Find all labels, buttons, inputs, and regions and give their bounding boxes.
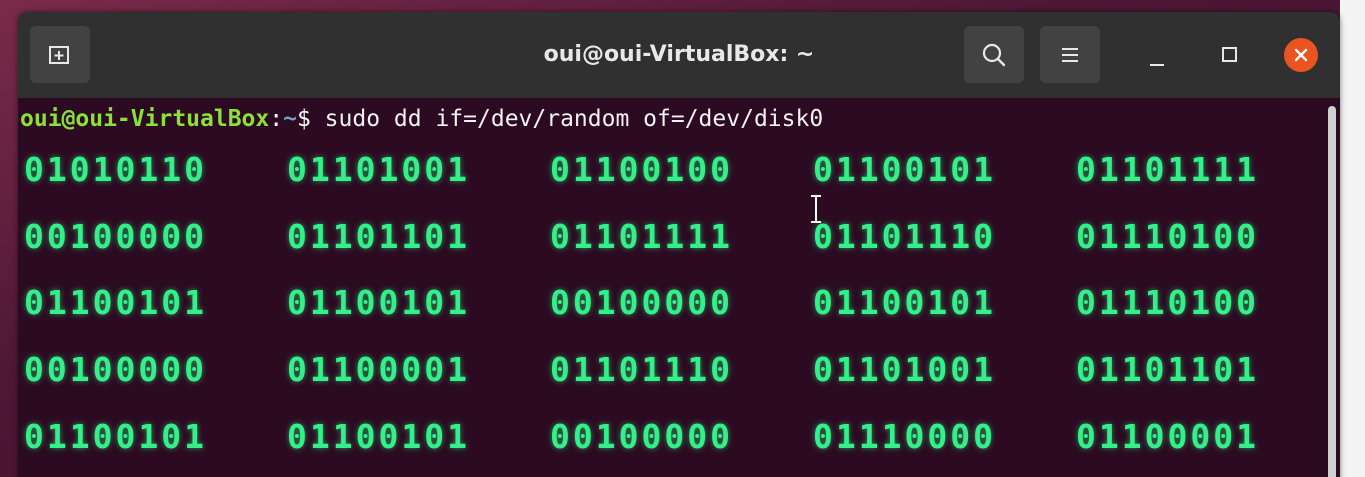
output-byte: 00100000: [24, 217, 207, 256]
output-byte: 01101111: [1076, 150, 1259, 189]
output-byte: 00100000: [550, 283, 733, 322]
prompt-path: ~: [283, 106, 297, 132]
output-byte: 01101001: [813, 350, 996, 389]
output-row: 01010110 01101001 01100100 01100101 0110…: [24, 150, 1305, 190]
text-cursor-icon: [811, 195, 821, 223]
output-byte: 01100101: [813, 150, 996, 189]
output-byte: 01100101: [287, 283, 470, 322]
hamburger-menu-icon: [1062, 47, 1078, 62]
output-byte: 01101101: [1076, 350, 1259, 389]
output-byte: 00100000: [24, 350, 207, 389]
scrollbar[interactable]: [1328, 106, 1336, 477]
search-button[interactable]: [964, 26, 1024, 83]
prompt-command: sudo dd if=/dev/random of=/dev/disk0: [310, 106, 824, 132]
output-byte: 01110000: [813, 417, 996, 456]
output-byte: 01101110: [550, 350, 733, 389]
prompt-sign: $: [296, 106, 311, 132]
output-byte: 01110100: [1076, 283, 1259, 322]
output-byte: 01100001: [287, 350, 470, 389]
search-icon: [982, 43, 1006, 66]
title-bar[interactable]: oui@oui-VirtualBox: ~: [18, 12, 1340, 98]
output-byte: 01100001: [1076, 417, 1259, 456]
menu-button[interactable]: [1040, 26, 1100, 83]
output-byte: 01010110: [24, 150, 207, 189]
output-row: 00100000 01101101 01101111 01101110 0111…: [24, 217, 1305, 257]
new-tab-button[interactable]: [30, 26, 90, 83]
output-byte: 01101101: [287, 217, 470, 256]
window-title: oui@oui-VirtualBox: ~: [543, 42, 815, 67]
output-byte: 01100101: [287, 417, 470, 456]
prompt-user-host: oui@oui-VirtualBox: [20, 106, 270, 132]
output-byte: 01100101: [813, 283, 996, 322]
output-row: 01100101 01100101 00100000 01110000 0110…: [24, 417, 1305, 457]
output-row: 01100101 01100101 00100000 01100101 0111…: [24, 283, 1305, 323]
close-icon: [1294, 48, 1308, 62]
prompt-colon: :: [269, 106, 284, 132]
terminal-window: oui@oui-VirtualBox: ~ oui@oui-VirtualBox…: [18, 12, 1340, 477]
output-byte: 01100101: [24, 417, 207, 456]
prompt-line: oui@oui-VirtualBox:~$ sudo dd if=/dev/ra…: [20, 104, 823, 134]
output-row: 00100000 01100001 01101110 01101001 0110…: [24, 350, 1305, 390]
window-title-area: oui@oui-VirtualBox: ~: [18, 12, 1340, 98]
terminal-area[interactable]: oui@oui-VirtualBox:~$ sudo dd if=/dev/ra…: [18, 98, 1340, 477]
output-byte: 01101111: [550, 217, 733, 256]
maximize-icon: [1221, 46, 1237, 62]
output-byte: 01100100: [550, 150, 733, 189]
desktop-edge: [1340, 0, 1365, 477]
desktop-background: oui@oui-VirtualBox: ~ oui@oui-VirtualBox…: [0, 0, 1365, 477]
output-byte: 01101110: [813, 217, 996, 256]
new-tab-icon: [49, 45, 69, 64]
output-byte: 01110100: [1076, 217, 1259, 256]
output-byte: 00100000: [550, 417, 733, 456]
output-byte: 01100101: [24, 283, 207, 322]
maximize-button[interactable]: [1216, 41, 1242, 67]
minimize-icon: [1150, 64, 1164, 66]
close-button[interactable]: [1284, 38, 1318, 72]
output-byte: 01101001: [287, 150, 470, 189]
minimize-button[interactable]: [1144, 42, 1170, 68]
